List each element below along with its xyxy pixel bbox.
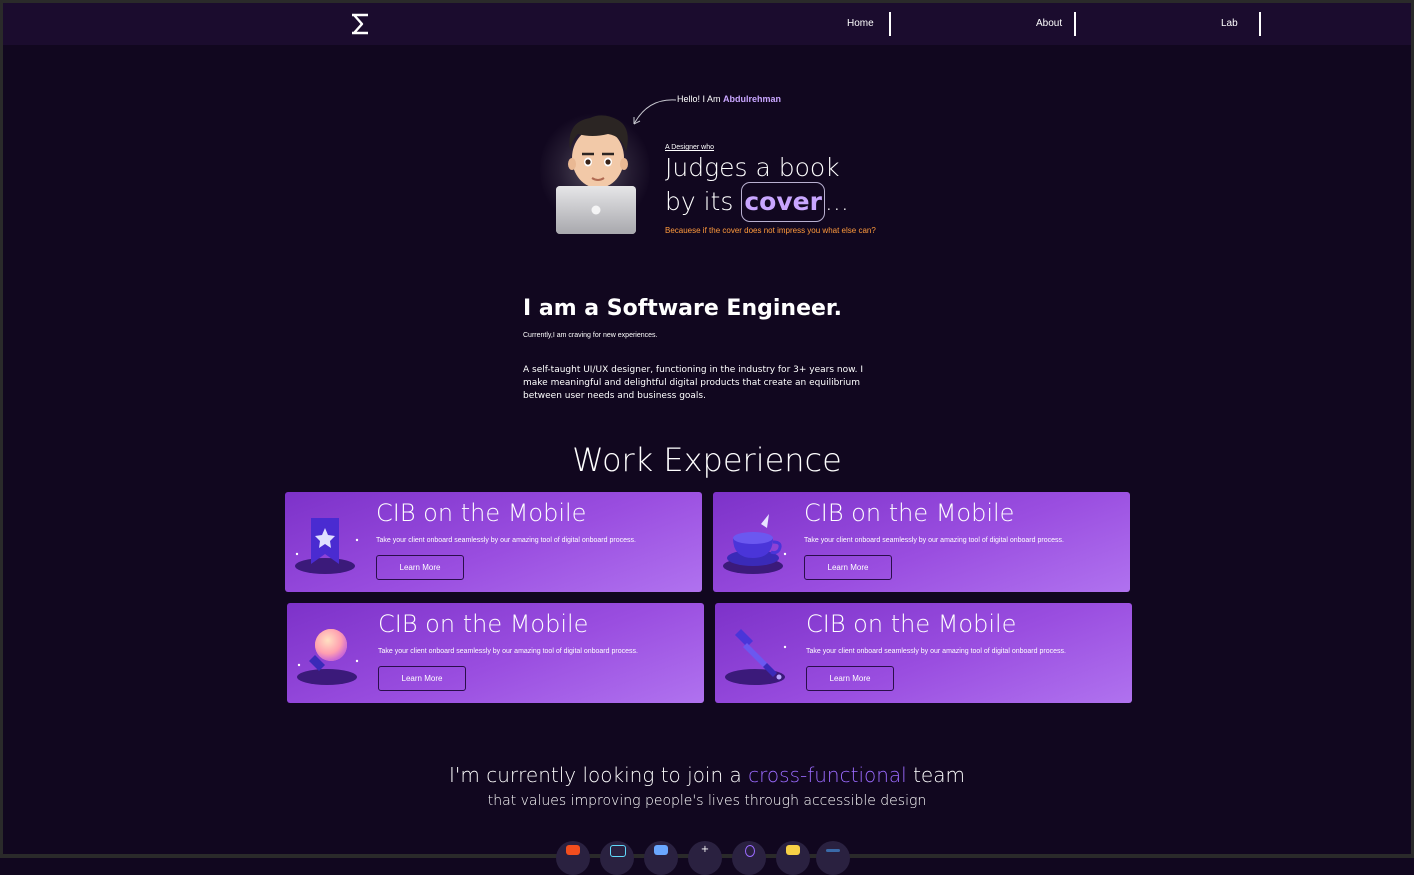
curved-arrow-icon bbox=[633, 99, 677, 125]
hello-name: Abdulrehman bbox=[723, 94, 782, 104]
hero-headline-line2: by its cover... bbox=[665, 182, 849, 222]
card-title: CIB on the Mobile bbox=[378, 610, 589, 638]
window-frame bbox=[0, 0, 1414, 858]
work-card: CIB on the Mobile Take your client onboa… bbox=[715, 603, 1132, 703]
cta-suffix: team bbox=[913, 763, 965, 787]
top-navbar: Home About Lab bbox=[3, 3, 1411, 45]
card-description: Take your client onboard seamlessly by o… bbox=[804, 537, 1064, 544]
nav-divider bbox=[889, 12, 891, 36]
hello-prefix: Hello! I Am bbox=[677, 94, 721, 104]
work-card: CIB on the Mobile Take your client onboa… bbox=[285, 492, 702, 592]
cta-subheading: that values improving people's lives thr… bbox=[487, 793, 927, 809]
learn-more-button[interactable]: Learn More bbox=[804, 555, 892, 580]
bookmark-star-icon bbox=[295, 518, 359, 574]
about-bio: A self-taught UI/UX designer, functionin… bbox=[523, 365, 864, 401]
card-description: Take your client onboard seamlessly by o… bbox=[378, 648, 638, 655]
hello-text: Hello! I Am Abdulrehman bbox=[677, 94, 781, 104]
cta-highlight: cross-functional bbox=[748, 763, 907, 787]
hero-tagline: Becauese if the cover does not impress y… bbox=[665, 226, 876, 235]
memoji-avatar-icon bbox=[556, 115, 636, 234]
search-icon[interactable] bbox=[732, 841, 766, 875]
card-title: CIB on the Mobile bbox=[804, 499, 1015, 527]
work-experience-title: Work Experience bbox=[572, 441, 842, 479]
hero-line2-prefix: by its bbox=[665, 187, 734, 216]
card-title: CIB on the Mobile bbox=[376, 499, 587, 527]
react-icon[interactable] bbox=[600, 841, 634, 875]
cta-heading: I'm currently looking to join a cross-fu… bbox=[0, 763, 1414, 787]
about-title: I am a Software Engineer. bbox=[523, 296, 842, 321]
logo-icon[interactable] bbox=[349, 11, 371, 37]
designer-label: A Designer who bbox=[665, 144, 715, 151]
teacup-icon bbox=[723, 514, 787, 574]
hero-headline-line1: Judges a book bbox=[665, 153, 840, 182]
learn-more-button[interactable]: Learn More bbox=[376, 555, 464, 580]
lightbulb-icon bbox=[297, 629, 359, 685]
add-icon[interactable]: + bbox=[688, 841, 722, 875]
nav-lab-link[interactable]: Lab bbox=[1221, 18, 1238, 29]
about-subtitle: Currently,I am craving for new experienc… bbox=[523, 332, 658, 339]
nav-about-link[interactable]: About bbox=[1036, 18, 1062, 29]
card-title: CIB on the Mobile bbox=[806, 610, 1017, 638]
cover-highlight: cover bbox=[741, 182, 825, 222]
menu-icon[interactable] bbox=[816, 841, 850, 875]
sketch-icon[interactable] bbox=[644, 841, 678, 875]
nav-divider bbox=[1259, 12, 1261, 36]
dropper-icon bbox=[725, 629, 787, 685]
notes-icon[interactable] bbox=[776, 841, 810, 875]
cta-prefix: I'm currently looking to join a bbox=[449, 763, 742, 787]
nav-home-link[interactable]: Home bbox=[847, 18, 874, 29]
work-card: CIB on the Mobile Take your client onboa… bbox=[713, 492, 1130, 592]
work-card: CIB on the Mobile Take your client onboa… bbox=[287, 603, 704, 703]
hero-line2-suffix: ... bbox=[824, 187, 849, 216]
nav-divider bbox=[1074, 12, 1076, 36]
card-description: Take your client onboard seamlessly by o… bbox=[376, 537, 636, 544]
card-description: Take your client onboard seamlessly by o… bbox=[806, 648, 1066, 655]
figma-icon[interactable] bbox=[556, 841, 590, 875]
learn-more-button[interactable]: Learn More bbox=[378, 666, 466, 691]
learn-more-button[interactable]: Learn More bbox=[806, 666, 894, 691]
